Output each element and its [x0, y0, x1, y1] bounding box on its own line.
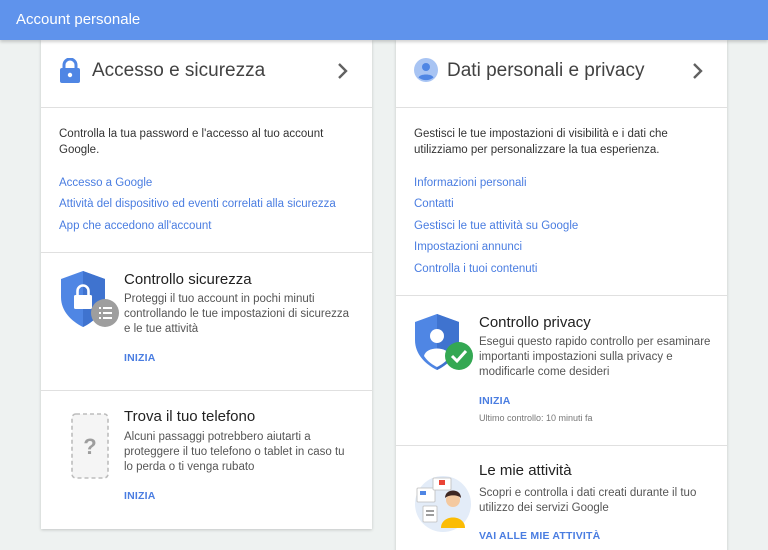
tile-text-my-activity: Scopri e controlla i dati creati durante… — [479, 487, 697, 514]
divider — [396, 295, 727, 296]
tile-title-find-phone: Trova il tuo telefono — [124, 408, 256, 425]
link-gestisci-attivita[interactable]: Gestisci le tue attività su Google — [414, 220, 578, 232]
find-phone-start-button[interactable]: INIZIA — [124, 490, 156, 502]
section-title: Dati personali e privacy — [447, 60, 645, 81]
divider — [396, 445, 727, 446]
activity-illustration — [415, 476, 471, 532]
divider — [41, 252, 372, 253]
lock-icon — [60, 58, 80, 83]
section-description: Controlla la tua password e l'accesso al… — [59, 128, 324, 156]
phone-question-icon: ? — [71, 413, 109, 479]
link-impostazioni-annunci[interactable]: Impostazioni annunci — [414, 241, 522, 253]
header-title: Account personale — [16, 11, 141, 28]
divider — [41, 390, 372, 391]
privacy-check-start-button[interactable]: INIZIA — [479, 395, 511, 407]
link-attivita-dispositivo[interactable]: Attività del dispositivo ed eventi corre… — [59, 198, 336, 210]
chevron-right-icon[interactable] — [336, 62, 350, 80]
chevron-right-icon[interactable] — [691, 62, 705, 80]
tile-text-privacy-check: Esegui questo rapido controllo per esami… — [479, 336, 711, 378]
section-description: Gestisci le tue impostazioni di visibili… — [414, 128, 668, 156]
link-contatti[interactable]: Contatti — [414, 198, 454, 210]
svg-text:?: ? — [83, 434, 96, 459]
section-title: Accesso e sicurezza — [92, 60, 266, 81]
tile-title-my-activity: Le mie attività — [479, 462, 572, 479]
security-section-header[interactable]: Accesso e sicurezza — [41, 40, 372, 108]
link-app-account[interactable]: App che accedono all'account — [59, 220, 211, 232]
link-controlla-contenuti[interactable]: Controlla i tuoi contenuti — [414, 263, 537, 275]
my-activity-button[interactable]: VAI ALLE MIE ATTIVITÀ — [479, 530, 600, 542]
tile-text-security-check: Proteggi il tuo account in pochi minuti … — [124, 293, 350, 335]
privacy-section-header[interactable]: Dati personali e privacy — [396, 40, 727, 108]
person-icon — [414, 58, 438, 82]
shield-person-check-icon — [415, 314, 473, 370]
app-header: Account personale — [0, 0, 768, 40]
privacy-card: Dati personali e privacy Gestisci le tue… — [396, 40, 727, 550]
last-check-meta: Ultimo controllo: 10 minuti fa — [479, 413, 593, 423]
tile-text-find-phone: Alcuni passaggi potrebbero aiutarti a pr… — [124, 431, 345, 473]
security-card: Accesso e sicurezza Controlla la tua pas… — [41, 40, 372, 529]
link-informazioni-personali[interactable]: Informazioni personali — [414, 177, 527, 189]
security-check-start-button[interactable]: INIZIA — [124, 352, 156, 364]
shield-lock-icon — [61, 271, 119, 327]
tile-title-security-check: Controllo sicurezza — [124, 271, 252, 288]
link-accesso-google[interactable]: Accesso a Google — [59, 177, 152, 189]
tile-title-privacy-check: Controllo privacy — [479, 314, 591, 331]
